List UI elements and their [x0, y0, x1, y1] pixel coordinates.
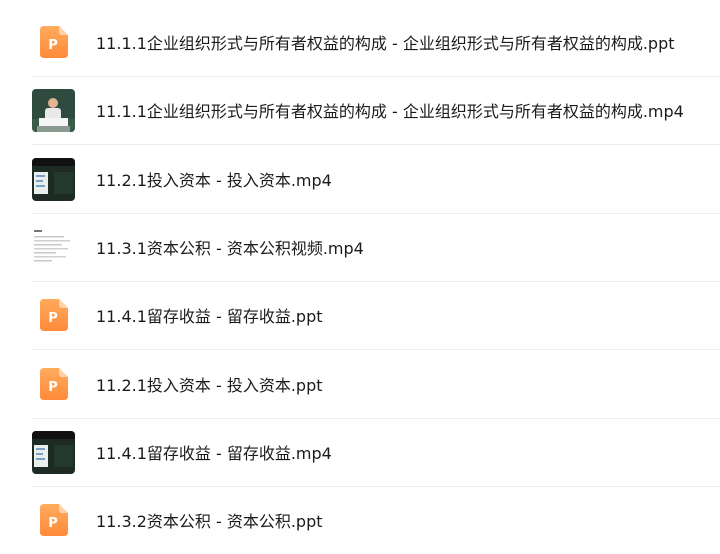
file-row[interactable]: 11.2.1投入资本 - 投入资本.mp4 [32, 145, 720, 214]
file-name: 11.2.1投入资本 - 投入资本.mp4 [96, 171, 332, 190]
ppt-badge-letter: P [48, 516, 58, 531]
file-name: 11.1.1企业组织形式与所有者权益的构成 - 企业组织形式与所有者权益的构成.… [96, 102, 684, 121]
ppt-badge-letter: P [48, 311, 58, 326]
file-name: 11.4.1留存收益 - 留存收益.ppt [96, 307, 323, 326]
video-thumbnail-blackboard [32, 430, 75, 474]
video-thumbnail-blackboard [32, 157, 75, 201]
file-row[interactable]: 11.1.1企业组织形式与所有者权益的构成 - 企业组织形式与所有者权益的构成.… [32, 76, 720, 145]
file-list: P 11.1.1企业组织形式与所有者权益的构成 - 企业组织形式与所有者权益的构… [0, 0, 720, 549]
ppt-file-icon: P [32, 499, 75, 542]
file-row[interactable]: P 11.1.1企业组织形式与所有者权益的构成 - 企业组织形式与所有者权益的构… [32, 8, 720, 77]
file-name: 11.1.1企业组织形式与所有者权益的构成 - 企业组织形式与所有者权益的构成.… [96, 34, 675, 53]
file-name: 11.3.1资本公积 - 资本公积视频.mp4 [96, 239, 364, 258]
ppt-badge-letter: P [48, 380, 58, 395]
file-row[interactable]: 11.4.1留存收益 - 留存收益.mp4 [32, 418, 720, 487]
ppt-badge-letter: P [48, 38, 58, 53]
file-name: 11.2.1投入资本 - 投入资本.ppt [96, 376, 323, 395]
file-row[interactable]: P 11.4.1留存收益 - 留存收益.ppt [32, 281, 720, 350]
file-row[interactable]: 11.3.1资本公积 - 资本公积视频.mp4 [32, 213, 720, 282]
file-name: 11.3.2资本公积 - 资本公积.ppt [96, 512, 323, 531]
video-thumbnail-lecturer [32, 88, 75, 132]
ppt-file-icon: P [32, 21, 75, 64]
video-thumbnail-document [32, 225, 75, 269]
file-name: 11.4.1留存收益 - 留存收益.mp4 [96, 444, 332, 463]
file-row[interactable]: P 11.3.2资本公积 - 资本公积.ppt [32, 486, 720, 554]
file-row[interactable]: P 11.2.1投入资本 - 投入资本.ppt [32, 350, 720, 419]
ppt-file-icon: P [32, 363, 75, 406]
ppt-file-icon: P [32, 294, 75, 337]
